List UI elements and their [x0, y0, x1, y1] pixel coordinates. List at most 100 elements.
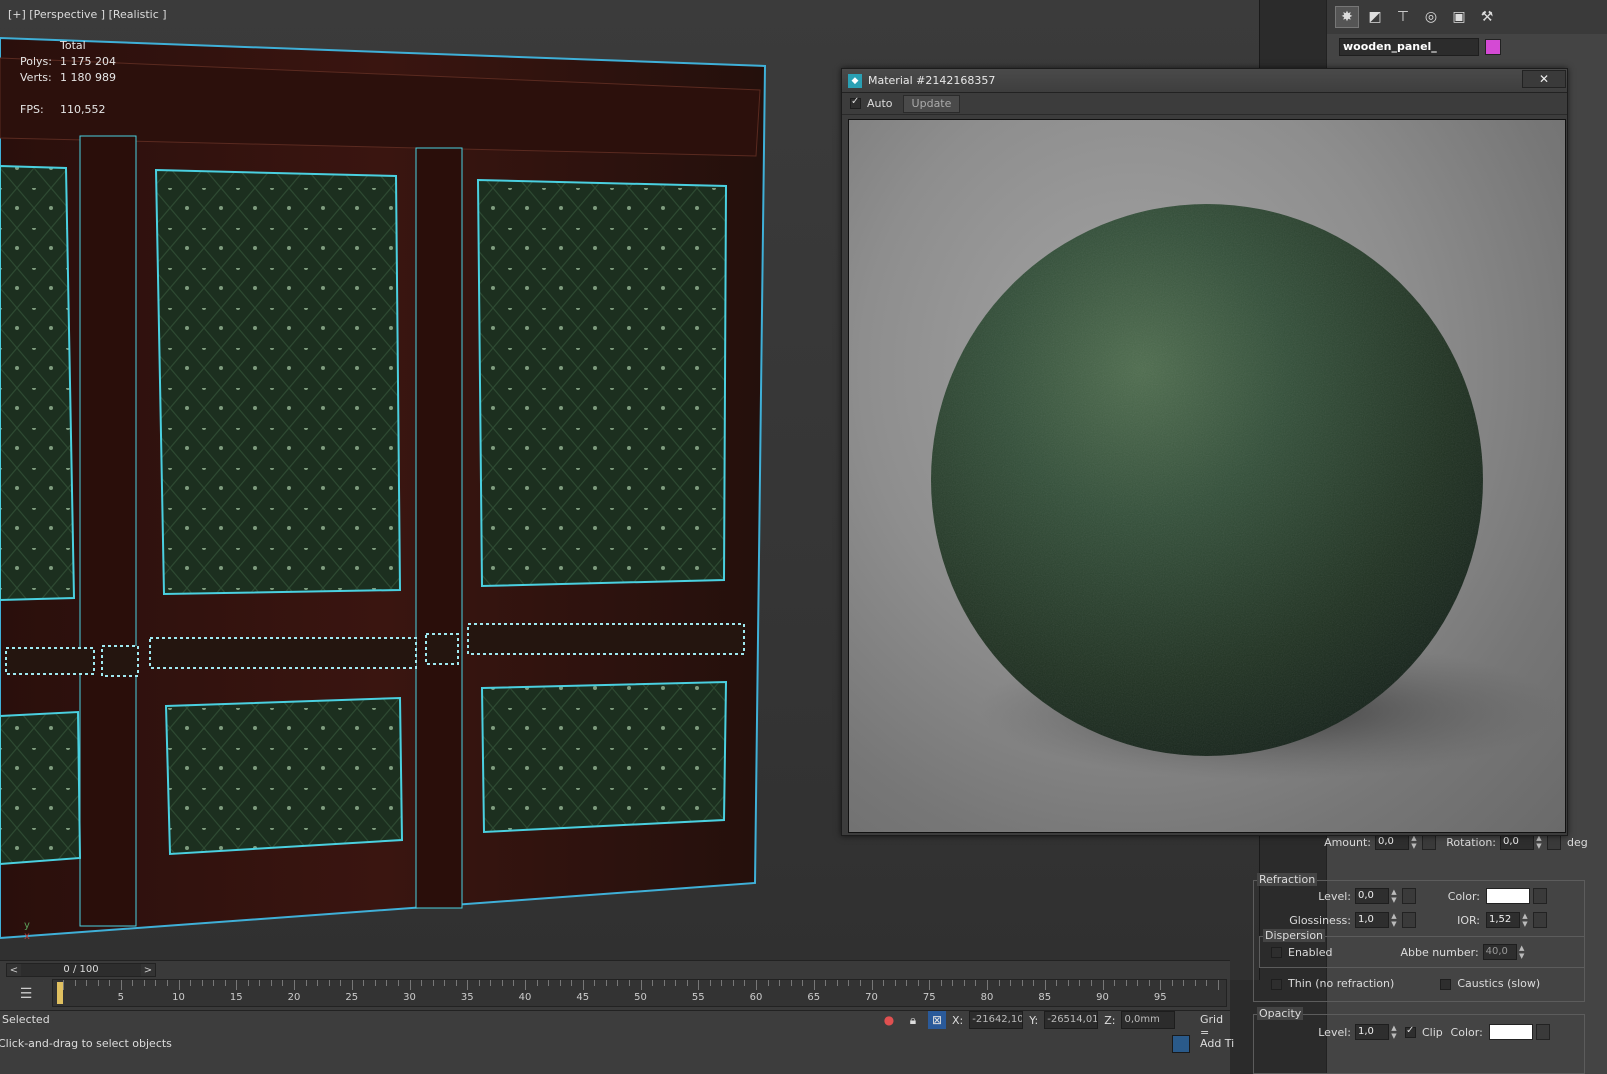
update-button[interactable]: Update [902, 94, 961, 113]
object-color-swatch[interactable] [1485, 39, 1501, 55]
time-slider-label[interactable]: 0 / 100 [21, 964, 141, 976]
polys-value: 1 175 204 [60, 55, 116, 68]
bump-amount-label: Amount: [1324, 835, 1371, 849]
timeline-tick [871, 980, 873, 990]
x-coordinate-field[interactable]: -21642,105 [969, 1011, 1024, 1029]
opacity-clip-checkbox[interactable]: Clip [1405, 1025, 1443, 1039]
timeline-tick-label: 95 [1153, 992, 1167, 1003]
isolate-icon[interactable]: ● [880, 1011, 898, 1029]
track-bar[interactable]: 5 10 15 20 25 30 35 40 45 50 55 60 65 70 75 80 85 90 95 [52, 979, 1227, 1007]
utilities-icon[interactable]: ⚒ [1475, 6, 1499, 28]
timeline-tick [836, 980, 838, 986]
material-window-titlebar[interactable]: ◆ Material #2142168357 [842, 69, 1567, 93]
time-next-button[interactable]: > [141, 965, 155, 976]
timeline-tick [305, 980, 307, 986]
add-time-tag-button[interactable]: Add Ti [1200, 1037, 1234, 1050]
refraction-color-map-button[interactable] [1533, 888, 1547, 904]
viewport-label[interactable]: [+] [Perspective ] [Realistic ] [8, 8, 167, 21]
bump-rotation-map-button[interactable] [1547, 834, 1561, 850]
modify-icon[interactable]: ◩ [1363, 6, 1387, 28]
timeline-tick [120, 980, 122, 990]
timeline-tick [1218, 980, 1219, 990]
grid-size-label: Grid = [1200, 1013, 1224, 1039]
verts-value: 1 180 989 [60, 71, 116, 84]
caustics-checkbox[interactable]: Caustics (slow) [1440, 977, 1540, 990]
timeline-tick [294, 980, 295, 990]
fps-value: 110,552 [60, 103, 106, 116]
timeline-tick [386, 980, 388, 986]
timeline-tick [767, 980, 769, 986]
z-coordinate-field[interactable]: 0,0mm [1121, 1011, 1176, 1029]
refraction-level-spinner[interactable]: 0,0 ▲ ▼ [1355, 888, 1399, 904]
ior-map-button[interactable] [1533, 912, 1547, 928]
z-label: Z: [1104, 1013, 1116, 1027]
timeline-tick [594, 980, 596, 986]
opacity-title: Opacity [1257, 1007, 1304, 1020]
timeline-tick [1206, 980, 1208, 986]
absolute-mode-icon[interactable]: ⊠ [928, 1011, 946, 1029]
timeline-tick [513, 980, 515, 986]
timeline-tick [270, 980, 272, 986]
time-tag-icon[interactable] [1172, 1035, 1190, 1053]
dispersion-enabled-checkbox[interactable]: Enabled [1271, 946, 1332, 959]
timeline-tick [652, 980, 654, 986]
timeline: < 0 / 100 > ☰ 5 10 15 20 25 30 35 40 45 50 55 60 65 7… [0, 960, 1230, 1010]
close-icon[interactable]: ✕ [1539, 72, 1549, 86]
track-bar-icon[interactable]: ☰ [6, 981, 46, 1007]
glossiness-spinner[interactable]: 1,0 ▲ ▼ [1355, 912, 1399, 928]
display-icon[interactable]: ▣ [1447, 6, 1471, 28]
timeline-tick [756, 980, 757, 990]
lock-icon[interactable]: 🔒︎ [904, 1011, 922, 1029]
refraction-color-swatch[interactable] [1486, 888, 1530, 904]
stats-header: Total [60, 39, 86, 52]
timeline-tick-label: 25 [345, 992, 359, 1003]
material-preview-window[interactable]: ◆ Material #2142168357 ✕ Auto Update [841, 68, 1568, 836]
fps-label: FPS: [20, 103, 44, 116]
object-name-field[interactable]: wooden_panel_ [1339, 38, 1479, 56]
timeline-tick [421, 980, 423, 986]
timeline-tick [501, 980, 503, 986]
ior-spinner[interactable]: 1,52 ▲ ▼ [1486, 912, 1530, 928]
time-prev-button[interactable]: < [7, 965, 21, 976]
material-render-preview [848, 119, 1566, 833]
hierarchy-icon[interactable]: ⊤ [1391, 6, 1415, 28]
timeline-tick-label: 75 [922, 992, 936, 1003]
timeline-tick [571, 980, 573, 986]
timeline-tick [975, 980, 977, 986]
timeline-tick [201, 980, 203, 986]
timeline-tick [1125, 980, 1127, 986]
timeline-tick [155, 980, 157, 986]
time-slider[interactable]: < 0 / 100 > [6, 963, 156, 977]
opacity-level-spinner[interactable]: 1,0 ▲ ▼ [1355, 1024, 1399, 1040]
abbe-number-spinner[interactable]: 40,0 ▲ ▼ [1482, 944, 1527, 960]
bump-amount-map-button[interactable] [1422, 834, 1436, 850]
axis-tripod: y x [24, 920, 30, 942]
opacity-color-label: Color: [1450, 1025, 1483, 1039]
timeline-tick [213, 980, 215, 986]
timeline-tick [374, 980, 376, 986]
wall-panel-model[interactable] [0, 28, 800, 958]
opacity-color-swatch[interactable] [1488, 1024, 1533, 1040]
motion-icon[interactable]: ◎ [1419, 6, 1443, 28]
bump-amount-spinner[interactable]: 0,0 ▲ ▼ [1375, 834, 1419, 850]
bump-amount-row: Amount: 0,0 ▲ ▼ Rotation: 0,0 ▲ ▼ deg [1287, 834, 1588, 850]
close-button[interactable]: ✕ [1522, 70, 1566, 88]
timeline-tick [628, 980, 630, 986]
timeline-tick [97, 980, 99, 986]
coordinate-display: ● 🔒︎ ⊠ X: -21642,105 Y: -26514,015 Z: 0,… [880, 1011, 1176, 1029]
glossiness-map-button[interactable] [1402, 912, 1416, 928]
timeline-tick [663, 980, 665, 986]
auto-update-checkbox[interactable]: Auto [850, 96, 893, 110]
timeline-tick [63, 980, 64, 990]
timeline-tick [813, 980, 815, 990]
opacity-color-map-button[interactable] [1535, 1024, 1550, 1040]
refraction-level-map-button[interactable] [1402, 888, 1416, 904]
bump-rotation-spinner[interactable]: 0,0 ▲ ▼ [1500, 834, 1544, 850]
axis-x-label: x [24, 931, 30, 942]
thin-refraction-checkbox[interactable]: Thin (no refraction) [1271, 977, 1394, 990]
timeline-tick [444, 980, 446, 986]
timeline-tick [1194, 980, 1196, 986]
y-coordinate-field[interactable]: -26514,015 [1044, 1011, 1099, 1029]
command-panel-tabs: ✸ ◩ ⊤ ◎ ▣ ⚒ [1327, 0, 1607, 34]
create-icon[interactable]: ✸ [1335, 6, 1359, 28]
